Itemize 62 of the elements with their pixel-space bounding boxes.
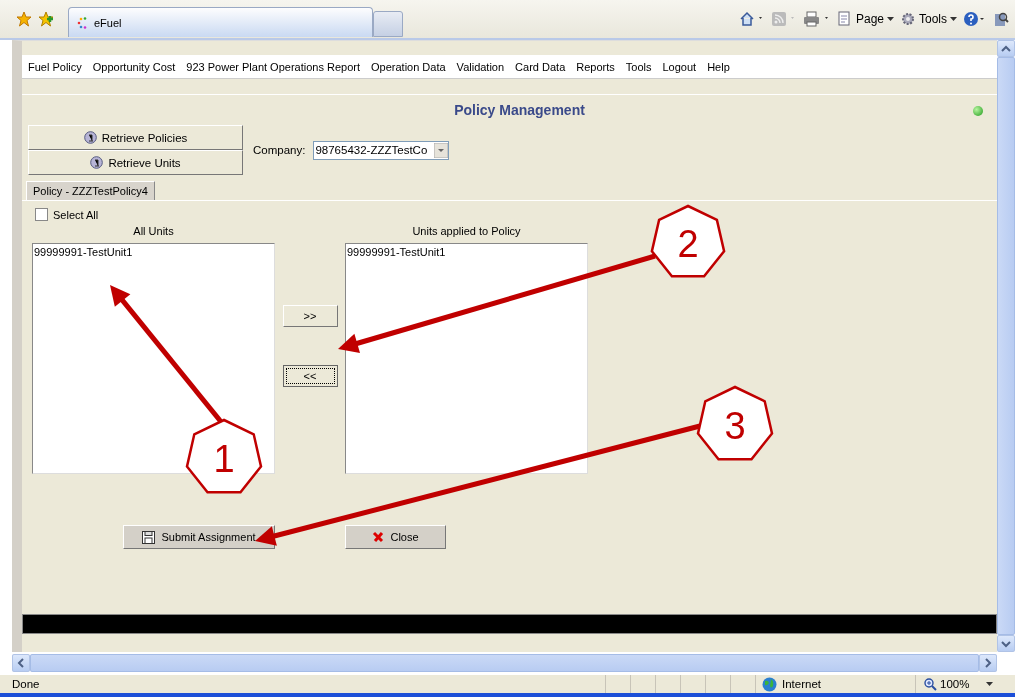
globe-icon [762, 676, 777, 692]
status-indicator-icon [973, 106, 983, 116]
close-icon [372, 531, 385, 543]
move-button[interactable]: >> [282, 305, 338, 327]
menu-item[interactable]: Logout [662, 60, 697, 73]
page-title: Policy Management [454, 102, 585, 118]
menu-item[interactable]: Tools [625, 60, 652, 73]
zoom-icon [924, 677, 937, 691]
menu-item[interactable]: 923 Power Plant Operations Report [186, 60, 360, 73]
policy-tab[interactable]: Policy - ZZZTestPolicy4 [26, 181, 155, 200]
gear-icon [900, 11, 916, 27]
loading-icon [77, 16, 89, 29]
info-icon [90, 156, 104, 169]
list-title: Units applied to Policy [412, 225, 521, 237]
company-label: Company: [253, 144, 306, 156]
list-title: All Units [133, 225, 174, 237]
scroll-right-button[interactable] [979, 654, 997, 672]
scroll-up-button[interactable] [997, 40, 1015, 57]
info-icon [83, 131, 97, 144]
home-icon[interactable] [738, 11, 765, 27]
vertical-scrollbar[interactable] [997, 40, 1015, 652]
add-favorite-icon[interactable] [38, 11, 54, 27]
browser-tab[interactable]: eFuel [68, 7, 373, 37]
company-dropdown[interactable]: 98765432-ZZZTestCo [313, 140, 450, 160]
unit-list[interactable]: 99999991-TestUnit1 [345, 243, 588, 474]
menu-item[interactable]: Opportunity Cost [92, 60, 176, 73]
retrieve-button[interactable]: Retrieve Units [28, 150, 243, 175]
menu-item[interactable]: Operation Data [371, 60, 446, 73]
caret-icon [887, 17, 894, 21]
page-icon [836, 11, 853, 27]
print-icon[interactable] [802, 11, 831, 27]
help-icon[interactable] [963, 11, 987, 27]
research-icon[interactable] [993, 11, 1009, 27]
scroll-down-button[interactable] [997, 635, 1015, 652]
favorites-star-icon[interactable] [16, 11, 32, 27]
select-all-checkbox[interactable] [35, 208, 48, 221]
list-item[interactable]: 99999991-TestUnit1 [34, 246, 273, 258]
save-icon [142, 530, 156, 544]
menu-item[interactable]: Validation [456, 60, 505, 73]
horizontal-scrollbar[interactable] [12, 654, 997, 672]
step-marker: 1 [185, 418, 263, 494]
menu-item[interactable]: Reports [576, 60, 615, 73]
step-marker: 2 [650, 204, 726, 278]
list-item[interactable]: 99999991-TestUnit1 [347, 246, 586, 258]
zoom-level[interactable]: 100% [940, 678, 970, 690]
menu-item[interactable]: Card Data [515, 60, 566, 73]
move-button[interactable]: << [282, 365, 338, 387]
close-button[interactable]: Close [345, 525, 446, 549]
menu-item[interactable]: Help [707, 60, 730, 73]
submit-button[interactable]: Submit Assignment [123, 525, 275, 549]
status-text: Done [12, 678, 40, 690]
page-menu[interactable]: Page [836, 11, 894, 27]
dropdown-arrow-icon [434, 142, 449, 158]
tools-menu[interactable]: Tools [900, 11, 957, 27]
step-marker: 3 [696, 385, 774, 461]
security-zone: Internet [782, 678, 821, 690]
retrieve-button[interactable]: Retrieve Policies [28, 125, 243, 150]
caret-icon [950, 17, 957, 21]
select-all-label: Select All [53, 208, 99, 221]
menu-item[interactable]: Fuel Policy [28, 60, 82, 73]
caret-icon[interactable] [986, 682, 994, 686]
scroll-left-button[interactable] [12, 654, 30, 672]
